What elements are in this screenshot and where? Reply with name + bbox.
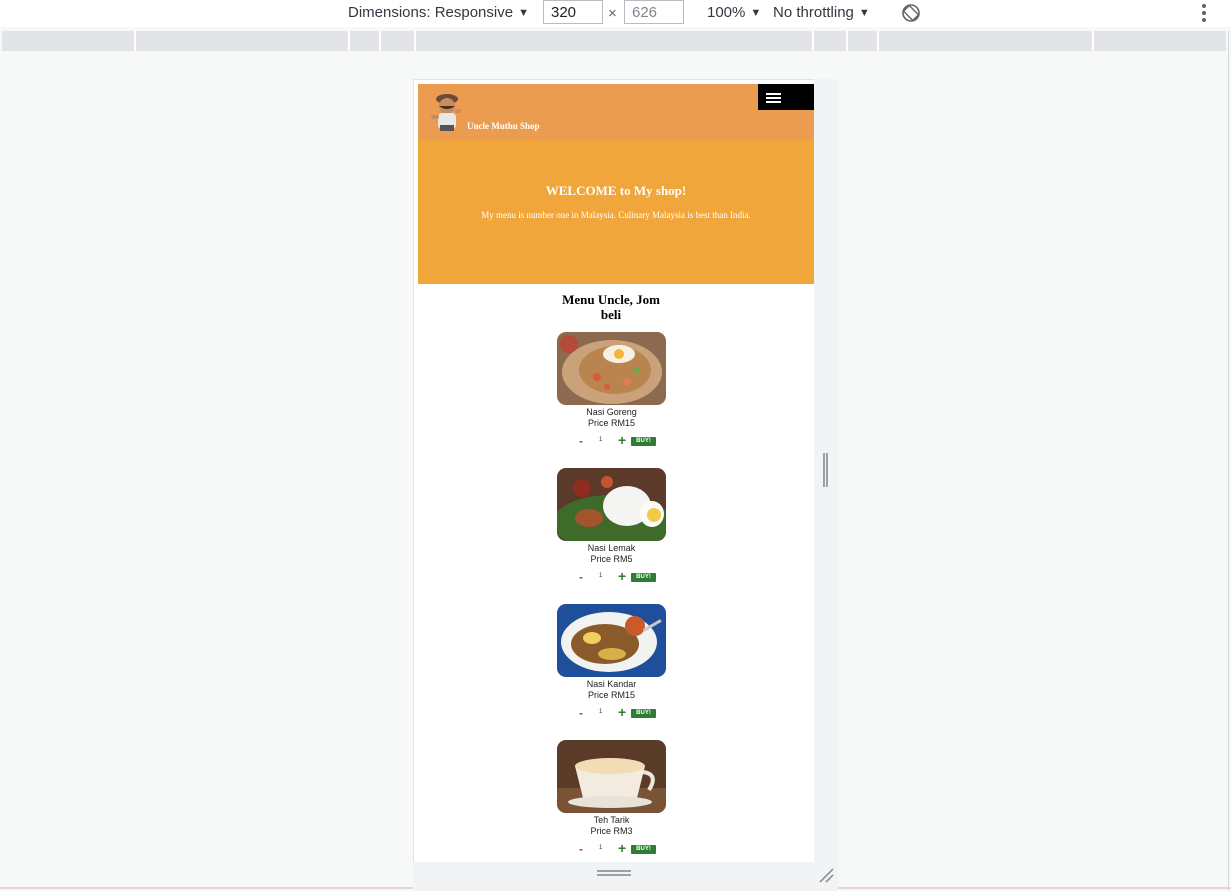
quantity-value: 1 [599, 573, 603, 579]
food-name: Nasi Kandar [586, 679, 637, 689]
nasi-lemak-image [557, 468, 666, 541]
zoom-caret-icon: ▼ [750, 7, 762, 19]
food-name: Teh Tarik [593, 815, 630, 825]
food-price: Price RM3 [590, 826, 633, 836]
menu-title: Menu Uncle, Jom beli [562, 292, 660, 322]
chef-logo-icon[interactable] [427, 91, 467, 133]
menu-icon [766, 93, 781, 95]
zoom-dropdown[interactable]: 100% ▼ [707, 4, 761, 21]
bottom-resize-area[interactable] [413, 862, 838, 891]
quantity-stepper: - 1 + BUY! [557, 432, 667, 449]
width-input[interactable] [543, 0, 603, 24]
throttling-caret-icon: ▼ [858, 7, 870, 19]
quantity-value: 1 [599, 845, 603, 851]
hamburger-menu-button[interactable] [758, 84, 814, 110]
site-header: Uncle Muthu Shop [418, 84, 814, 140]
food-price: Price RM15 [587, 690, 635, 700]
food-name: Nasi Goreng [586, 407, 637, 417]
zoom-label: 100% [707, 4, 746, 21]
media-query-bar[interactable] [2, 31, 1226, 51]
device-viewport: Uncle Muthu Shop WELCOME to My shop! My … [413, 79, 838, 891]
food-price: Price RM15 [587, 418, 635, 428]
buy-button[interactable]: BUY! [631, 573, 656, 582]
right-resize-handle-icon[interactable] [823, 453, 828, 487]
more-options-icon[interactable] [1198, 4, 1210, 22]
corner-resize-icon[interactable] [818, 867, 834, 883]
hero-title: WELCOME to My shop! [545, 183, 687, 198]
increase-button[interactable]: + [618, 568, 626, 584]
decrease-button[interactable]: - [579, 570, 583, 584]
bottom-resize-handle-icon[interactable] [597, 870, 631, 876]
menu-item: Nasi Kandar Price RM15 - 1 + BUY! [557, 604, 667, 740]
device-toolbar: Dimensions: Responsive ▼ × 100% ▼ No throt… [0, 0, 1231, 27]
buy-button[interactable]: BUY! [631, 845, 656, 854]
nasi-goreng-image [557, 332, 666, 405]
menu-item: Teh Tarik Price RM3 - 1 + BUY! [557, 740, 667, 862]
food-name: Nasi Lemak [587, 543, 636, 553]
buy-button[interactable]: BUY! [631, 437, 656, 446]
increase-button[interactable]: + [618, 840, 626, 856]
throttling-label: No throttling [773, 4, 854, 21]
decrease-button[interactable]: - [579, 706, 583, 720]
quantity-value: 1 [599, 709, 603, 715]
nasi-kandar-image [557, 604, 666, 677]
teh-tarik-image [557, 740, 666, 813]
shop-name[interactable]: Uncle Muthu Shop [467, 121, 540, 131]
increase-button[interactable]: + [618, 432, 626, 448]
web-page: Uncle Muthu Shop WELCOME to My shop! My … [418, 84, 814, 862]
quantity-stepper: - 1 + BUY! [557, 568, 667, 585]
hero-subtitle: My menu is number one in Malaysia. Culin… [481, 210, 751, 220]
food-price: Price RM5 [590, 554, 633, 564]
decrease-button[interactable]: - [579, 842, 583, 856]
panel-divider [1228, 31, 1229, 891]
dimensions-label: Dimensions: Responsive [348, 4, 514, 21]
menu-item: Nasi Goreng Price RM15 - 1 + BUY! [557, 332, 667, 468]
hero-banner: WELCOME to My shop! My menu is number on… [418, 140, 814, 284]
quantity-value: 1 [599, 437, 603, 443]
menu-item: Nasi Lemak Price RM5 - 1 + BUY! [557, 468, 667, 604]
buy-button[interactable]: BUY! [631, 709, 656, 718]
throttling-dropdown[interactable]: No throttling ▼ [773, 4, 870, 21]
increase-button[interactable]: + [618, 704, 626, 720]
times-symbol: × [608, 5, 617, 22]
quantity-stepper: - 1 + BUY! [557, 704, 667, 721]
dimensions-caret-icon: ▼ [518, 7, 529, 19]
height-input[interactable] [624, 0, 684, 24]
decrease-button[interactable]: - [579, 434, 583, 448]
dimensions-dropdown[interactable]: Dimensions: Responsive ▼ [348, 4, 529, 21]
quantity-stepper: - 1 + BUY! [557, 840, 667, 857]
rotate-icon[interactable] [900, 2, 922, 24]
